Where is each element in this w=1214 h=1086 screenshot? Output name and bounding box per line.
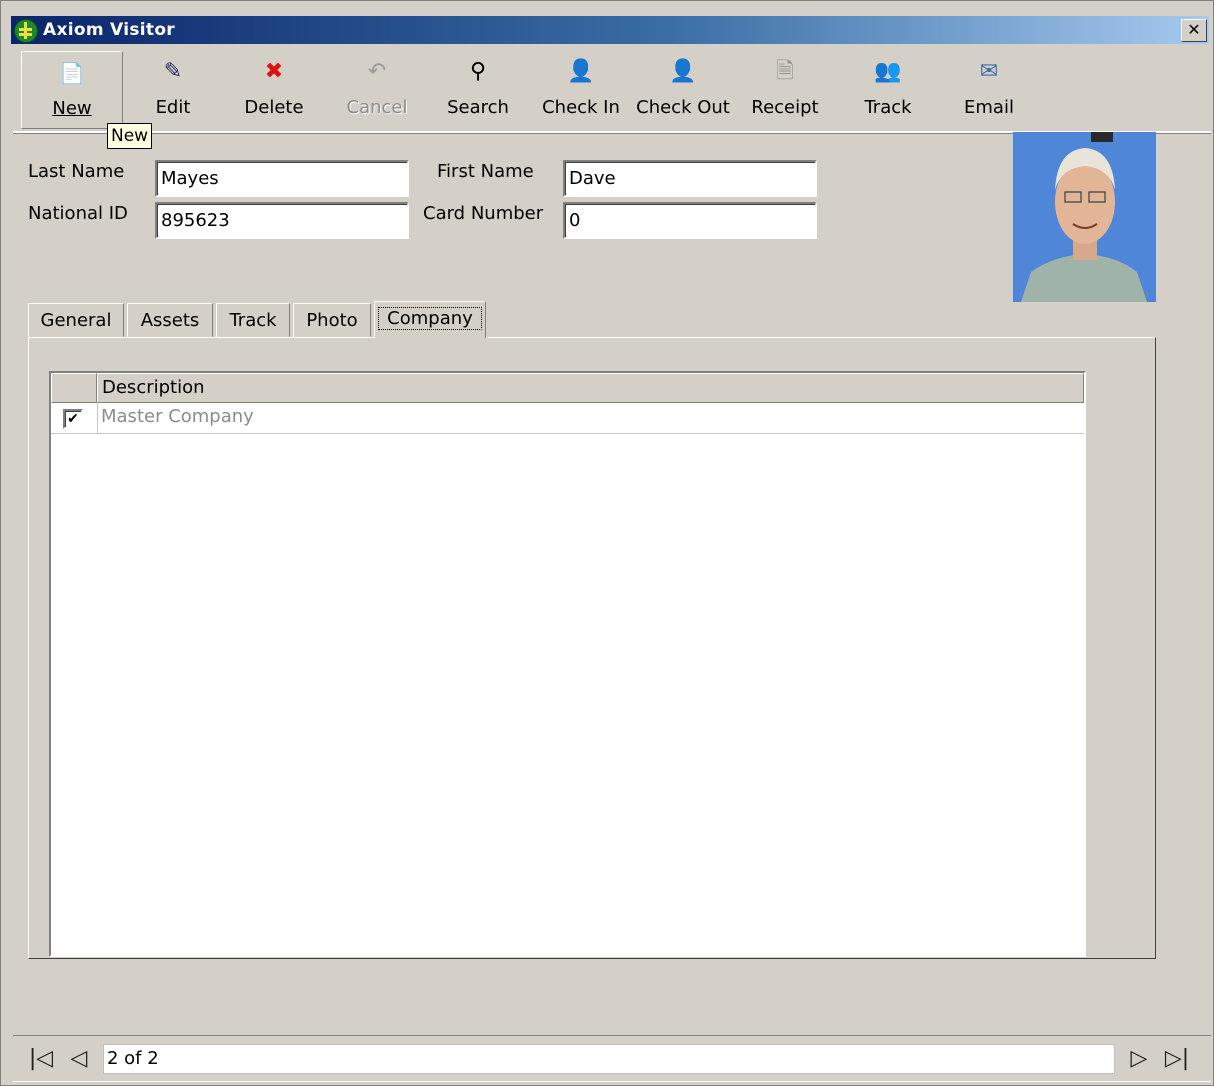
title-bar[interactable]: Axiom Visitor ✕ bbox=[11, 16, 1209, 44]
check-out-button[interactable]: 👤 Check Out bbox=[633, 51, 733, 127]
grid-header: Description bbox=[51, 373, 1084, 403]
window-title: Axiom Visitor bbox=[43, 20, 175, 40]
email-button[interactable]: ✉ Email bbox=[939, 51, 1039, 127]
user-checkin-icon: 👤 bbox=[567, 59, 595, 84]
tooltip: New bbox=[107, 123, 153, 149]
user-checkout-icon: 👤 bbox=[669, 59, 697, 84]
delete-icon: ✖ bbox=[264, 59, 284, 84]
tab-assets[interactable]: Assets bbox=[127, 303, 213, 337]
delete-button[interactable]: ✖ Delete bbox=[224, 51, 324, 127]
cancel-label: Cancel bbox=[346, 97, 408, 118]
prev-record-icon[interactable]: ◁ bbox=[65, 1044, 93, 1074]
toolbar: 📄 New ✎ Edit ✖ Delete ↶ Cancel ⚲ Search … bbox=[13, 49, 1211, 133]
email-label: Email bbox=[964, 97, 1014, 118]
next-record-icon[interactable]: ▷ bbox=[1125, 1044, 1153, 1074]
search-button[interactable]: ⚲ Search bbox=[428, 51, 528, 127]
delete-label: Delete bbox=[244, 97, 304, 118]
tab-company-label: Company bbox=[378, 307, 482, 330]
email-icon: ✉ bbox=[979, 59, 999, 84]
description-column-header[interactable]: Description bbox=[97, 373, 1084, 403]
row-selector: ✔ bbox=[51, 403, 98, 433]
card-number-input[interactable] bbox=[563, 202, 817, 239]
check-in-label: Check In bbox=[542, 97, 620, 118]
edit-button[interactable]: ✎ Edit bbox=[123, 51, 223, 127]
undo-icon: ↶ bbox=[367, 59, 387, 84]
grid-selector-header bbox=[51, 373, 97, 403]
card-number-label: Card Number bbox=[423, 203, 544, 224]
record-position: 2 of 2 bbox=[103, 1044, 1115, 1074]
binoculars-icon: ⚲ bbox=[469, 59, 487, 84]
cancel-button[interactable]: ↶ Cancel bbox=[327, 51, 427, 127]
app-window: Axiom Visitor ✕ 📄 New ✎ Edit ✖ Delete ↶ … bbox=[0, 0, 1214, 1086]
check-out-label: Check Out bbox=[636, 97, 730, 118]
national-id-label: National ID bbox=[28, 203, 128, 224]
first-record-icon[interactable]: |◁ bbox=[27, 1044, 55, 1074]
new-label: New bbox=[52, 98, 92, 119]
company-checkbox[interactable]: ✔ bbox=[63, 409, 83, 429]
record-navigator: |◁ ◁ 2 of 2 ▷ ▷| bbox=[13, 1035, 1211, 1082]
new-document-icon: 📄 bbox=[59, 61, 85, 85]
tab-photo[interactable]: Photo bbox=[293, 303, 371, 337]
new-button[interactable]: 📄 New bbox=[21, 51, 123, 129]
company-description: Master Company bbox=[101, 406, 254, 427]
receipt-label: Receipt bbox=[751, 97, 819, 118]
last-name-input[interactable] bbox=[155, 160, 409, 197]
close-button[interactable]: ✕ bbox=[1181, 19, 1207, 42]
last-name-label: Last Name bbox=[28, 161, 125, 182]
app-logo-icon bbox=[14, 19, 38, 43]
tab-track[interactable]: Track bbox=[216, 303, 290, 337]
track-label: Track bbox=[864, 97, 912, 118]
track-button[interactable]: 👥 Track bbox=[838, 51, 938, 127]
company-grid: Description ✔ Master Company bbox=[49, 371, 1086, 957]
receipt-button[interactable]: 🗎 Receipt bbox=[735, 51, 835, 127]
edit-label: Edit bbox=[155, 97, 191, 118]
table-row[interactable]: ✔ Master Company bbox=[51, 403, 1084, 434]
tab-general[interactable]: General bbox=[28, 303, 124, 337]
tab-company[interactable]: Company bbox=[374, 301, 486, 338]
first-name-label: First Name bbox=[437, 161, 534, 182]
first-name-input[interactable] bbox=[563, 160, 817, 197]
edit-icon: ✎ bbox=[163, 59, 183, 84]
check-in-button[interactable]: 👤 Check In bbox=[531, 51, 631, 127]
last-record-icon[interactable]: ▷| bbox=[1163, 1044, 1191, 1074]
receipt-icon: 🗎 bbox=[776, 59, 794, 84]
national-id-input[interactable] bbox=[155, 202, 409, 239]
users-icon: 👥 bbox=[874, 59, 902, 84]
search-label: Search bbox=[447, 97, 509, 118]
visitor-photo bbox=[1013, 132, 1156, 302]
